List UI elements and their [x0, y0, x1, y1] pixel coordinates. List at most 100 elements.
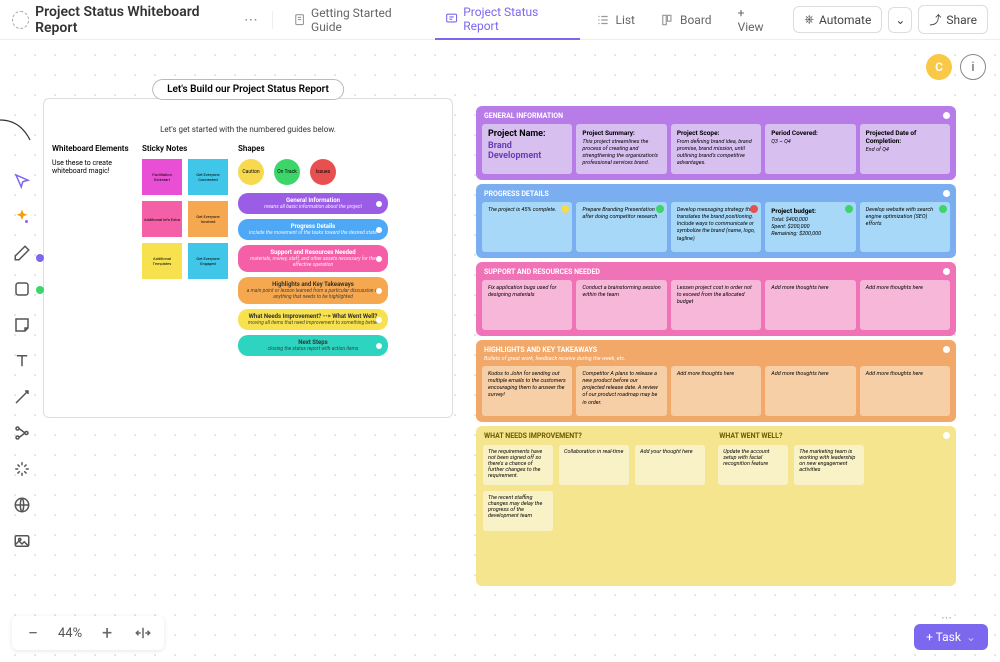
share-icon: ⤴	[929, 11, 941, 28]
sample-sticky[interactable]: Get Everyone Engaged	[188, 243, 228, 279]
info-button[interactable]: i	[960, 54, 986, 80]
col-heading: Whiteboard Elements	[52, 144, 132, 153]
automate-button[interactable]: ⎈ Automate	[793, 6, 882, 33]
card-body: End of Q4	[866, 147, 944, 154]
progress-card[interactable]: Prepare Branding Presentation after doin…	[576, 202, 666, 252]
wentwell-note[interactable]: The marketing team is working with leade…	[794, 445, 864, 485]
add-view-button[interactable]: + View	[728, 0, 782, 40]
pen-tool[interactable]	[11, 242, 33, 264]
user-avatar[interactable]: C	[926, 54, 952, 80]
section-title: GENERAL INFORMATION	[480, 110, 952, 122]
sample-sticky[interactable]: Get Everyone Involved	[188, 201, 228, 237]
improvement-note[interactable]: Collaboration in real-time	[559, 445, 629, 485]
card-project-name[interactable]: Project Name: Brand Development	[482, 124, 572, 174]
card-scope[interactable]: Project Scope:From defining brand idea, …	[671, 124, 761, 174]
section-highlights[interactable]: HIGHLIGHTS AND KEY TAKEAWAYS Bullets of …	[476, 340, 956, 422]
status-board[interactable]: GENERAL INFORMATION Project Name: Brand …	[476, 106, 956, 590]
zoom-value[interactable]: 44%	[58, 626, 82, 641]
new-task-button[interactable]: + Task ⌄	[914, 624, 988, 650]
shape-tool[interactable]	[11, 278, 33, 300]
support-card[interactable]: Add more thoughts here	[765, 280, 855, 330]
tab-board[interactable]: Board	[651, 0, 722, 40]
task-options-icon[interactable]: ⋯	[941, 611, 952, 624]
sticky-tool[interactable]	[11, 314, 33, 336]
card-heading: Project Scope:	[677, 129, 755, 137]
fit-width-button[interactable]	[132, 622, 154, 644]
sample-sticky[interactable]: Additional Info Extra	[142, 201, 182, 237]
tool-color-dot[interactable]	[36, 254, 44, 262]
connector-tool[interactable]	[11, 386, 33, 408]
section-general[interactable]: GENERAL INFORMATION Project Name: Brand …	[476, 106, 956, 180]
card-completion[interactable]: Projected Date of Completion:End of Q4	[860, 124, 950, 174]
highlight-card[interactable]: Add more thoughts here	[765, 366, 855, 416]
doc-icon	[293, 13, 306, 27]
improvement-note[interactable]: The requirements have not been signed of…	[483, 445, 553, 485]
web-tool[interactable]	[11, 494, 33, 516]
tab-label: Board	[680, 13, 712, 27]
wentwell-note[interactable]: Update the account setup with facial rec…	[718, 445, 788, 485]
category-pill[interactable]: General Informationmeans all basic infor…	[238, 193, 388, 214]
status-circle-ontrack[interactable]: On Track	[274, 159, 300, 185]
section-support[interactable]: SUPPORT AND RESOURCES NEEDED Fix applica…	[476, 262, 956, 336]
section-title-left: WHAT NEEDS IMPROVEMENT?	[480, 430, 711, 442]
highlight-card[interactable]: Competitor A plans to release a new prod…	[576, 366, 666, 416]
progress-card[interactable]: Project budget:Total: $400,000 Spent: $2…	[765, 202, 855, 252]
card-period[interactable]: Period Covered:Q3 – Q4	[765, 124, 855, 174]
section-progress[interactable]: PROGRESS DETAILS The project is 45% comp…	[476, 184, 956, 258]
sample-sticky[interactable]: Facilitation Kickstart	[142, 159, 182, 195]
highlight-card[interactable]: Add more thoughts here	[671, 366, 761, 416]
image-tool[interactable]	[11, 530, 33, 552]
category-pill[interactable]: What Needs Improvement? --> What Went We…	[238, 309, 388, 330]
page-more-icon[interactable]: ⋯	[240, 12, 262, 28]
tool-color-dot[interactable]	[36, 286, 44, 294]
status-circle-issues[interactable]: Issues	[310, 159, 336, 185]
tab-label: Getting Started Guide	[311, 6, 419, 34]
tab-list[interactable]: List	[586, 0, 645, 40]
sparkle-tool[interactable]	[11, 458, 33, 480]
status-circle-caution[interactable]: Caution	[238, 159, 264, 185]
zoom-out-button[interactable]: −	[22, 622, 44, 644]
add-view-label: + View	[738, 6, 772, 34]
whiteboard-toolbox	[6, 170, 38, 552]
board-icon	[661, 13, 675, 27]
sample-sticky[interactable]: Get Everyone Connected	[188, 159, 228, 195]
automate-dropdown[interactable]: ⌄	[888, 7, 912, 33]
chevron-down-icon: ⌄	[966, 630, 976, 644]
support-card[interactable]: Fix application bugs used for designing …	[482, 280, 572, 330]
support-card[interactable]: Lessen project cost in order not to exce…	[671, 280, 761, 330]
relations-tool[interactable]	[11, 422, 33, 444]
section-title: SUPPORT AND RESOURCES NEEDED	[480, 266, 952, 278]
divider	[272, 11, 273, 29]
sample-sticky[interactable]: Additional Templates	[142, 243, 182, 279]
tab-getting-started[interactable]: Getting Started Guide	[283, 0, 429, 40]
text-tool[interactable]	[11, 350, 33, 372]
category-pill[interactable]: Progress Detailsinclude the movement of …	[238, 219, 388, 240]
progress-card[interactable]: Develop messaging strategy that translat…	[671, 202, 761, 252]
ai-tool[interactable]	[11, 206, 33, 228]
guide-panel[interactable]: Let's Build our Project Status Report Le…	[43, 98, 453, 418]
section-improvement[interactable]: WHAT NEEDS IMPROVEMENT? The requirements…	[476, 426, 956, 586]
cursor-tool[interactable]	[11, 170, 33, 192]
col-sub: Use these to create whiteboard magic!	[52, 159, 132, 175]
highlight-card[interactable]: Kudos to John for sending out multiple e…	[482, 366, 572, 416]
tab-project-status[interactable]: Project Status Report	[435, 0, 580, 40]
card-summary[interactable]: Project Summary:This project streamlines…	[576, 124, 666, 174]
progress-card[interactable]: Develop website with search engine optim…	[860, 202, 950, 252]
zoom-in-button[interactable]: +	[96, 622, 118, 644]
support-card[interactable]: Add more thoughts here	[860, 280, 950, 330]
guide-col-stickies: Sticky Notes Facilitation Kickstart Get …	[142, 144, 228, 361]
category-pill[interactable]: Next Stepsclosing the status report with…	[238, 335, 388, 356]
whiteboard-tab-icon	[445, 12, 458, 26]
improvement-note[interactable]: Add your thought here	[635, 445, 705, 485]
category-pill[interactable]: Support and Resources Neededmaterials, m…	[238, 245, 388, 272]
progress-card[interactable]: The project is 45% complete.	[482, 202, 572, 252]
highlight-card[interactable]: Add more thoughts here	[860, 366, 950, 416]
guide-col-elements: Whiteboard Elements Use these to create …	[52, 144, 132, 361]
improvement-note[interactable]: The recent staffing changes may delay th…	[483, 491, 553, 531]
section-title: HIGHLIGHTS AND KEY TAKEAWAYS	[480, 344, 952, 356]
category-pill[interactable]: Highlights and Key Takeawaysa main point…	[238, 277, 388, 304]
share-button[interactable]: ⤴ Share	[918, 5, 988, 34]
section-status-dot	[943, 190, 950, 197]
support-card[interactable]: Conduct a brainstorming session within t…	[576, 280, 666, 330]
list-icon	[596, 13, 610, 27]
